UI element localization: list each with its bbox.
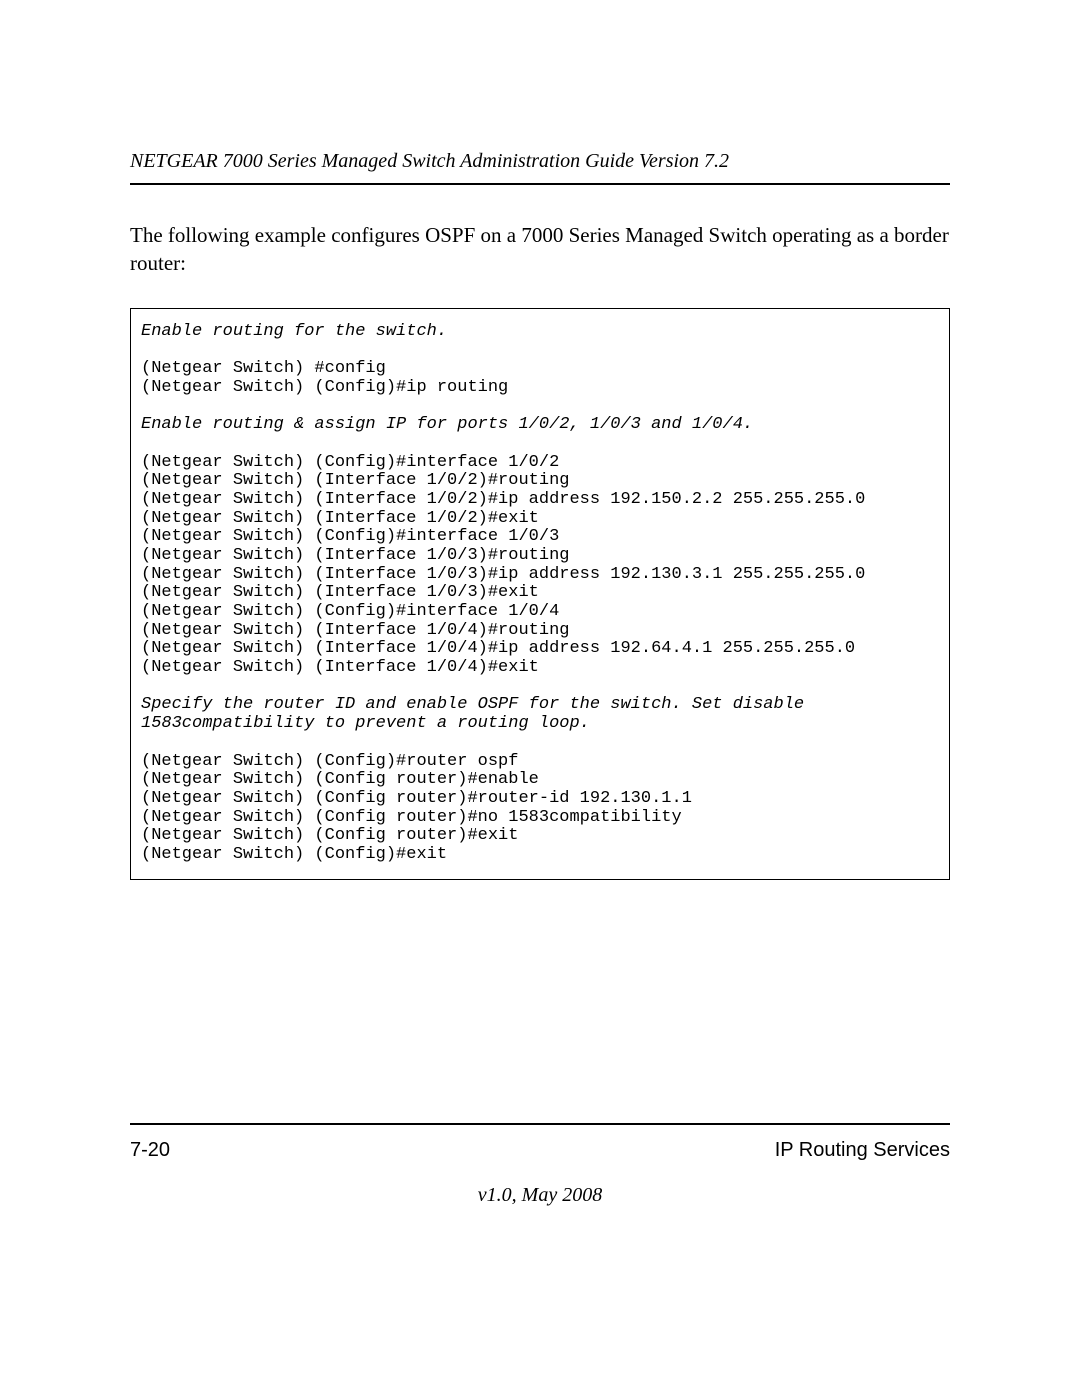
footer-row: 7-20 IP Routing Services [130, 1139, 950, 1162]
code-comment-1: Enable routing for the switch. [141, 322, 447, 341]
code-comment-3: Specify the router ID and enable OSPF fo… [141, 695, 804, 733]
code-block-1: (Netgear Switch) #config (Netgear Switch… [141, 359, 508, 397]
page-number: 7-20 [130, 1139, 170, 1162]
code-block-2: (Netgear Switch) (Config)#interface 1/0/… [141, 453, 865, 678]
code-comment-2: Enable routing & assign IP for ports 1/0… [141, 415, 753, 434]
footer-version: v1.0, May 2008 [130, 1184, 950, 1207]
running-header: NETGEAR 7000 Series Managed Switch Admin… [130, 150, 950, 185]
page-footer: 7-20 IP Routing Services v1.0, May 2008 [130, 1123, 950, 1207]
intro-paragraph: The following example configures OSPF on… [130, 221, 950, 278]
section-title: IP Routing Services [775, 1139, 950, 1162]
document-page: NETGEAR 7000 Series Managed Switch Admin… [0, 0, 1080, 1397]
code-example-box: Enable routing for the switch. (Netgear … [130, 308, 950, 880]
code-block-3: (Netgear Switch) (Config)#router ospf (N… [141, 752, 692, 864]
footer-rule [130, 1123, 950, 1125]
